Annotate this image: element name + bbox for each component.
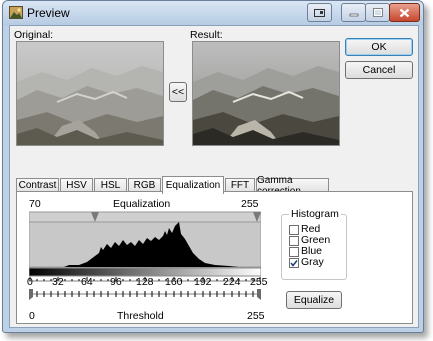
checkmark-icon	[290, 260, 298, 267]
ruler-label-224: 224	[223, 276, 241, 288]
original-label: Original:	[14, 29, 54, 41]
threshold-high-label: 255	[247, 310, 265, 322]
tab-hsl[interactable]: HSL	[94, 178, 127, 192]
maximize-icon	[372, 8, 383, 17]
green-checkbox[interactable]	[289, 236, 299, 246]
ruler-label-0: 0	[27, 276, 33, 288]
ruler-label-255: 255	[250, 276, 268, 288]
close-icon	[399, 8, 410, 17]
threshold-label: Threshold	[117, 310, 164, 322]
tab-contrast[interactable]: Contrast	[16, 178, 59, 192]
gray-checkbox[interactable]	[289, 258, 299, 268]
title-bar[interactable]: Preview	[3, 1, 423, 25]
original-image	[16, 41, 164, 146]
result-label: Result:	[190, 29, 223, 41]
tab-equalization[interactable]: Equalization	[162, 176, 224, 194]
equalization-panel: 70 Equalization 255 0 32 64 96 128 160 1…	[16, 191, 413, 324]
ruler-label-128: 128	[136, 276, 154, 288]
tab-gamma-correction[interactable]: Gamma correction	[256, 175, 329, 197]
close-button[interactable]	[389, 3, 420, 22]
threshold-low-label: 0	[29, 310, 35, 322]
tab-hsv[interactable]: HSV	[60, 178, 93, 192]
ruler-label-160: 160	[165, 276, 183, 288]
window-title: Preview	[27, 6, 70, 20]
preview-window: Preview Original: Result: << OK Cancel C…	[2, 0, 424, 333]
ruler-label-192: 192	[194, 276, 212, 288]
ok-button[interactable]: OK	[345, 38, 413, 56]
copy-to-original-button[interactable]: <<	[169, 82, 187, 102]
ruler-label-96: 96	[110, 276, 122, 288]
result-image	[192, 41, 340, 146]
extra-button[interactable]	[307, 3, 332, 22]
minimize-button[interactable]	[341, 3, 366, 22]
red-checkbox[interactable]	[289, 225, 299, 235]
dialog-client-area: Original: Result: << OK Cancel Contrast …	[9, 25, 419, 328]
threshold-right-handle[interactable]	[257, 289, 261, 300]
threshold-left-handle[interactable]	[29, 289, 33, 300]
tab-fft[interactable]: FFT	[225, 178, 255, 192]
histogram-group-title: Histogram	[289, 208, 341, 220]
cancel-button[interactable]: Cancel	[345, 61, 413, 79]
app-icon	[9, 6, 23, 19]
equalize-button[interactable]: Equalize	[286, 291, 342, 309]
ruler-label-32: 32	[52, 276, 64, 288]
minimize-icon	[349, 13, 358, 16]
gray-scale-bar	[29, 267, 261, 277]
tab-rgb[interactable]: RGB	[128, 178, 161, 192]
blue-checkbox[interactable]	[289, 247, 299, 257]
ruler-label-64: 64	[81, 276, 93, 288]
gray-label: Gray	[301, 256, 324, 268]
maximize-button[interactable]	[365, 3, 390, 22]
histogram-view	[29, 211, 261, 300]
window-restore-icon	[314, 8, 325, 17]
